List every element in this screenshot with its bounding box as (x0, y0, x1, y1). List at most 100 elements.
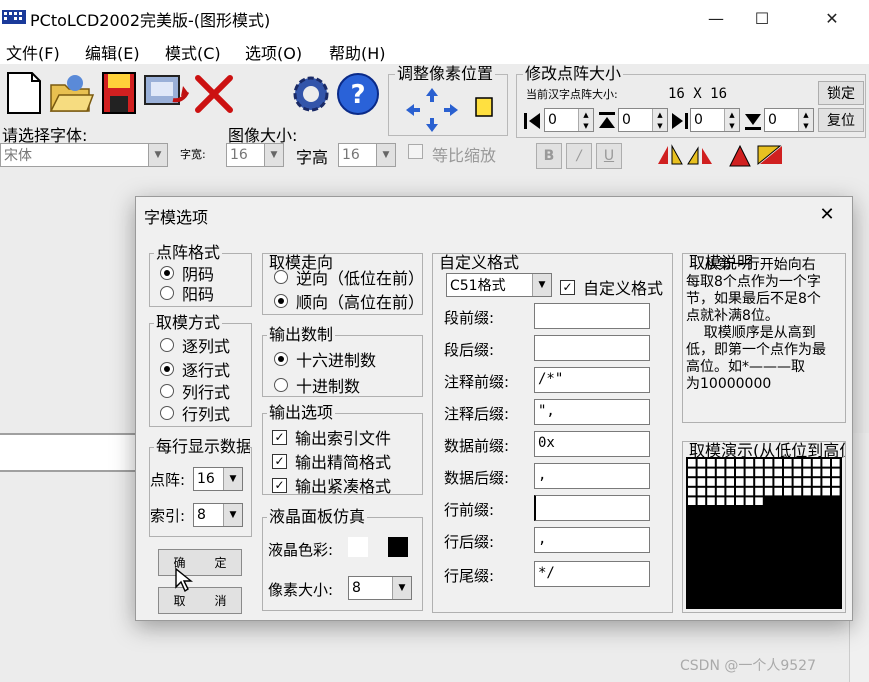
generate-icon[interactable] (142, 70, 190, 116)
open-folder-icon[interactable] (48, 70, 96, 116)
new-file-icon[interactable] (2, 70, 46, 116)
radio-dot (274, 270, 288, 284)
delete-x-icon[interactable] (192, 72, 236, 116)
menu-options[interactable]: 选项(O) (245, 40, 302, 64)
line-suffix-input[interactable]: , (534, 527, 650, 553)
spin-bottom[interactable]: 0 ▲ ▼ (764, 108, 814, 132)
spin-top[interactable]: 0 ▲ ▼ (618, 108, 668, 132)
demo-pixel (697, 459, 706, 467)
demo-grid (688, 459, 840, 505)
per-line-title: 每行显示数据 (154, 437, 250, 457)
lcd-fg-swatch[interactable] (388, 537, 408, 557)
rotate-icon[interactable] (756, 142, 784, 168)
mirror-icon[interactable] (686, 142, 714, 168)
title-bar[interactable]: PCtoLCD2002完美版-(图形模式) — ☐ ✕ (0, 0, 869, 36)
save-disk-icon[interactable] (98, 70, 140, 116)
demo-pixel (736, 468, 744, 477)
demo-pixel (697, 487, 706, 496)
proportional-checkbox[interactable] (408, 144, 423, 159)
check-compact-format[interactable]: ✓ 输出精简格式 (272, 449, 420, 473)
radio-forward[interactable]: 顺向（高位在前） (274, 289, 424, 313)
radio-row[interactable]: 逐行式 (160, 357, 230, 381)
italic-button[interactable]: / (566, 143, 592, 169)
demo-pixel (812, 478, 821, 486)
shrink-left-icon[interactable] (522, 110, 544, 132)
bold-button[interactable]: B (536, 143, 562, 169)
radio-hex[interactable]: 十六进制数 (274, 347, 376, 371)
radio-positive[interactable]: 阳码 (160, 281, 214, 305)
shrink-bottom-icon[interactable] (742, 110, 764, 132)
dots-select[interactable]: 16 ▼ (193, 467, 243, 491)
lock-button[interactable]: 锁定 (818, 81, 864, 105)
radio-reverse[interactable]: 逆向（低位在前） (274, 265, 424, 289)
radio-decimal[interactable]: 十进制数 (274, 373, 360, 397)
radio-column-row[interactable]: 列行式 (160, 379, 230, 403)
seg-suffix-input[interactable] (534, 335, 650, 361)
spin-left[interactable]: 0 ▲ ▼ (544, 108, 594, 132)
flip-vertical-icon[interactable] (726, 142, 754, 168)
radio-row-column[interactable]: 行列式 (160, 401, 230, 425)
demo-pixel (707, 487, 715, 496)
demo-pixel (745, 487, 754, 496)
menu-help[interactable]: 帮助(H) (329, 40, 386, 64)
demo-pixel (803, 459, 811, 467)
demo-pixel (793, 478, 802, 486)
pixel-size-select[interactable]: 8 ▼ (348, 576, 412, 600)
close-window-button[interactable]: ✕ (809, 0, 855, 36)
format-select[interactable]: C51格式 ▼ (446, 273, 552, 297)
maximize-button[interactable]: ☐ (739, 0, 785, 36)
index-select[interactable]: 8 ▼ (193, 503, 243, 527)
demo-pixel (764, 468, 773, 477)
font-select[interactable]: 宋体 ▼ (0, 143, 168, 167)
demo-pixel (812, 459, 821, 467)
seg-prefix-input[interactable] (534, 303, 650, 329)
data-prefix-input[interactable]: 0x (534, 431, 650, 457)
reset-button[interactable]: 复位 (818, 108, 864, 132)
menu-file[interactable]: 文件(F) (6, 40, 60, 64)
comment-prefix-input[interactable]: /*" (534, 367, 650, 393)
dot-format-title: 点阵格式 (154, 243, 223, 263)
check-index-file[interactable]: ✓ 输出索引文件 (272, 425, 420, 449)
demo-pixel (803, 487, 811, 496)
lcd-bg-swatch[interactable] (348, 537, 368, 557)
line-end-input[interactable]: */ (534, 561, 650, 587)
cancel-button[interactable]: 取消 (158, 587, 242, 614)
width-select[interactable]: 16 ▼ (226, 143, 284, 167)
height-select[interactable]: 16 ▼ (338, 143, 396, 167)
demo-pixel (755, 497, 763, 505)
chevron-down-icon: ▼ (223, 504, 242, 526)
minimize-button[interactable]: — (693, 0, 739, 36)
demo-pixel (736, 459, 744, 467)
radio-dot (274, 294, 288, 308)
line-prefix-input[interactable] (534, 495, 650, 521)
help-icon[interactable]: ? (334, 72, 382, 116)
demo-pixel (716, 468, 725, 477)
demo-pixel (707, 459, 715, 467)
spin-right[interactable]: 0 ▲ ▼ (690, 108, 740, 132)
gear-icon[interactable] (288, 72, 334, 116)
chevron-down-icon: ▼ (532, 274, 551, 296)
ok-button[interactable]: 确定 (158, 549, 242, 576)
demo-pixel (697, 497, 706, 505)
check-custom-format[interactable]: ✓ 自定义格式 (560, 275, 668, 299)
check-tight-format[interactable]: ✓ 输出紧凑格式 (272, 473, 420, 497)
demo-pixel (726, 459, 734, 467)
demo-pixel (726, 478, 734, 486)
underline-button[interactable]: U (596, 143, 622, 169)
menu-mode[interactable]: 模式(C) (165, 40, 221, 64)
flip-horizontal-icon[interactable] (656, 142, 684, 168)
demo-pixel (812, 468, 821, 477)
menu-edit[interactable]: 编辑(E) (85, 40, 140, 64)
comment-suffix-input[interactable]: ", (534, 399, 650, 425)
data-suffix-input[interactable]: , (534, 463, 650, 489)
shrink-top-icon[interactable] (596, 110, 618, 132)
field-label-seg-suffix: 段后缀: (444, 341, 495, 359)
pixel-arrow-pad[interactable] (402, 84, 502, 136)
radio-dot (160, 384, 174, 398)
field-label-line-end: 行尾缀: (444, 567, 495, 585)
mouse-cursor-icon (174, 567, 194, 593)
shrink-right-icon[interactable] (668, 110, 690, 132)
radio-column[interactable]: 逐列式 (160, 333, 230, 357)
dialog-close-icon[interactable]: ✕ (812, 201, 842, 227)
demo-pixel (755, 478, 763, 486)
